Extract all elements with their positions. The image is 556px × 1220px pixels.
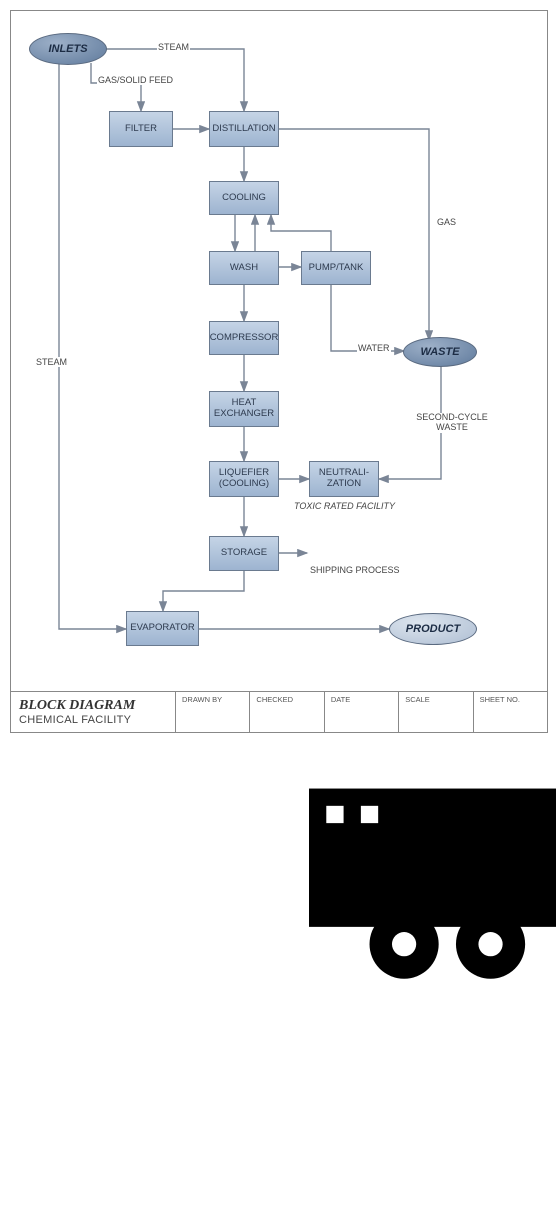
label-shipping: SHIPPING PROCESS: [309, 565, 401, 575]
label-steam-left: STEAM: [35, 357, 68, 367]
label-steam-top: STEAM: [157, 42, 190, 52]
title-field-scale: SCALE: [399, 692, 473, 732]
label-water: WATER: [357, 343, 391, 353]
diagram-title: BLOCK DIAGRAM: [19, 698, 167, 714]
node-heat-exchanger: HEAT EXCHANGER: [209, 391, 279, 427]
node-compressor: COMPRESSOR: [209, 321, 279, 355]
node-label: FILTER: [125, 124, 157, 135]
title-block: BLOCK DIAGRAM CHEMICAL FACILITY DRAWN BY…: [10, 691, 548, 733]
node-pump-tank: PUMP/TANK: [301, 251, 371, 285]
label-second-cycle-waste: SECOND-CYCLE WASTE: [407, 413, 497, 433]
title-field-checked: CHECKED: [250, 692, 324, 732]
node-evaporator: EVAPORATOR: [126, 611, 199, 646]
title-field-drawn-by: DRAWN BY: [176, 692, 250, 732]
node-label: NEUTRALI- ZATION: [312, 468, 376, 490]
node-neutralization: NEUTRALI- ZATION: [309, 461, 379, 497]
node-wash: WASH: [209, 251, 279, 285]
label-toxic: TOXIC RATED FACILITY: [293, 501, 396, 511]
node-label: WASTE: [420, 346, 459, 358]
node-liquefier: LIQUEFIER (COOLING): [209, 461, 279, 497]
node-label: STORAGE: [221, 548, 267, 559]
diagram-subtitle: CHEMICAL FACILITY: [19, 714, 167, 726]
diagram-canvas: INLETS WASTE PRODUCT FILTER DISTILLATION…: [10, 10, 548, 692]
title-block-main: BLOCK DIAGRAM CHEMICAL FACILITY: [11, 692, 176, 732]
node-cooling: COOLING: [209, 181, 279, 215]
node-label: HEAT EXCHANGER: [212, 398, 276, 420]
node-label: LIQUEFIER (COOLING): [212, 468, 276, 490]
node-label: COOLING: [222, 193, 266, 204]
label-gas-solid-feed: GAS/SOLID FEED: [97, 75, 174, 85]
node-waste: WASTE: [403, 337, 477, 367]
node-distillation: DISTILLATION: [209, 111, 279, 147]
node-filter: FILTER: [109, 111, 173, 147]
node-label: WASH: [230, 263, 258, 274]
truck-icon: [309, 535, 371, 563]
node-storage: STORAGE: [209, 536, 279, 571]
title-field-sheet-no: SHEET NO.: [474, 692, 547, 732]
node-label: DISTILLATION: [212, 124, 275, 135]
node-label: COMPRESSOR: [210, 333, 279, 344]
node-product: PRODUCT: [389, 613, 477, 645]
label-gas: GAS: [436, 217, 457, 227]
node-label: PUMP/TANK: [309, 263, 364, 274]
node-inlets: INLETS: [29, 33, 107, 65]
node-label: PRODUCT: [406, 623, 460, 635]
node-label: EVAPORATOR: [130, 623, 194, 634]
title-field-date: DATE: [325, 692, 399, 732]
node-label: INLETS: [48, 43, 87, 55]
